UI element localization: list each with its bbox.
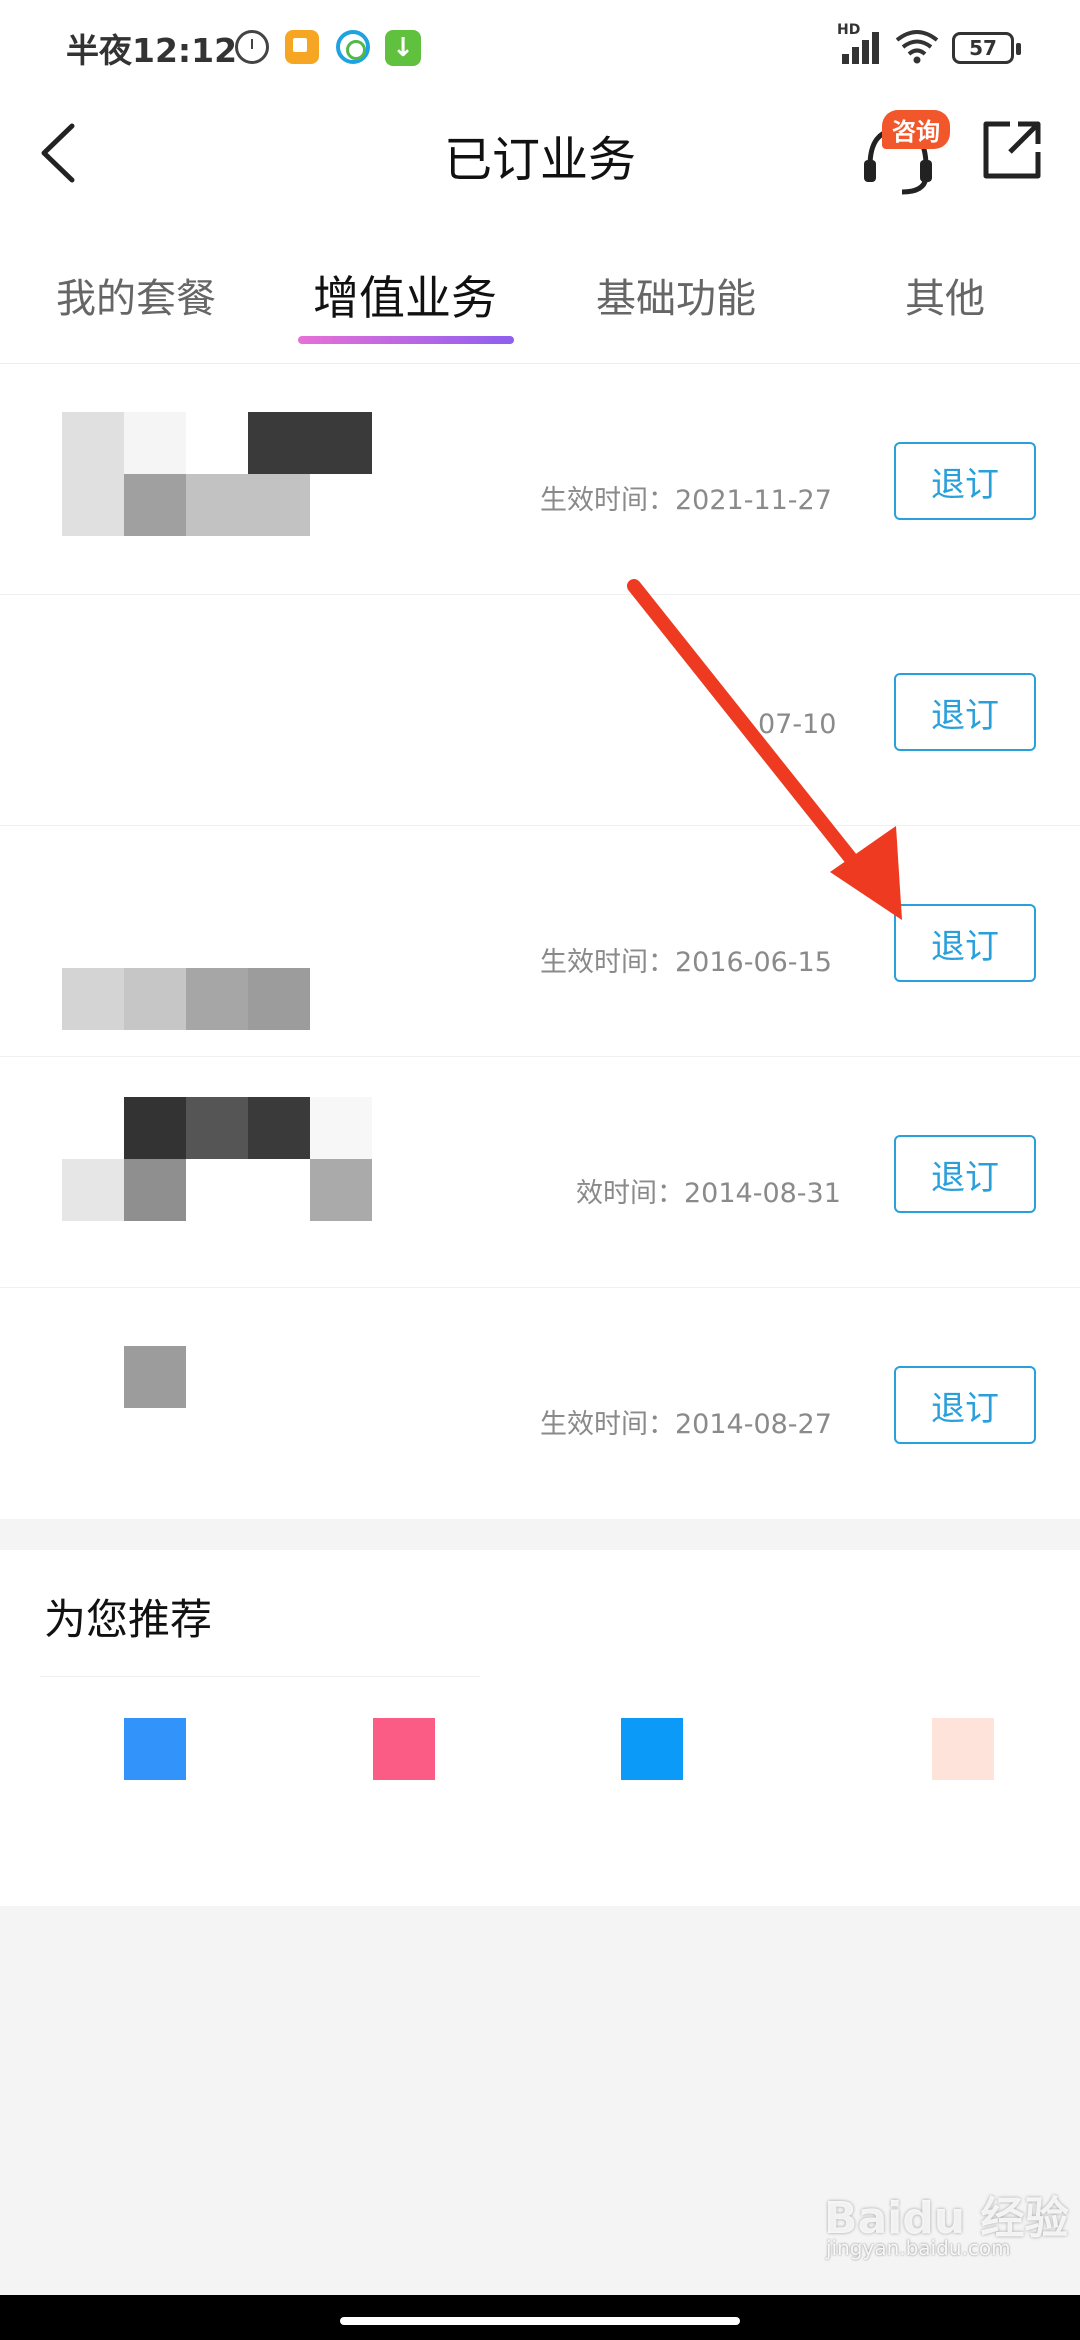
wifi-icon <box>895 30 939 64</box>
china-mobile-icon <box>336 30 370 64</box>
tab-indicator <box>298 336 514 344</box>
status-time: 半夜12:12 <box>66 31 238 70</box>
recommend-item-icon[interactable] <box>124 1718 186 1780</box>
redacted-name <box>62 968 372 1030</box>
battery-icon: 57 <box>952 32 1021 64</box>
alarm-icon <box>235 30 269 64</box>
unsubscribe-button[interactable]: 退订 <box>894 442 1036 520</box>
annotation-arrow <box>627 579 902 920</box>
redacted-name <box>62 1097 372 1221</box>
tab-value-added[interactable]: 增值业务 <box>313 262 497 328</box>
divider <box>40 1676 480 1677</box>
tab-my-plan[interactable]: 我的套餐 <box>56 266 216 324</box>
tab-basic-functions[interactable]: 基础功能 <box>596 266 756 324</box>
tab-bar: 我的套餐 增值业务 基础功能 其他 <box>0 216 1080 364</box>
effective-date: 效时间：2014-08-31 <box>576 1178 841 1209</box>
unsubscribe-button[interactable]: 退订 <box>894 1135 1036 1213</box>
unsubscribe-button[interactable]: 退订 <box>894 1366 1036 1444</box>
redacted-name <box>62 1346 372 1408</box>
consult-badge[interactable]: 咨询 <box>882 110 950 149</box>
share-icon[interactable] <box>980 118 1044 182</box>
notes-app-icon <box>285 30 319 64</box>
effective-date: 生效时间：2016-06-15 <box>540 947 832 978</box>
status-bar: 半夜12:12 ↓ HD 57 <box>0 0 1080 96</box>
recommend-title: 为您推荐 <box>44 1595 213 1644</box>
effective-date: 生效时间：2014-08-27 <box>540 1409 832 1440</box>
redacted-name <box>62 412 372 536</box>
watermark-url: jingyan.baidu.com <box>826 2236 1011 2260</box>
subscription-list: 生效时间：2021-11-27 退订 07-10 退订 生效时间：2016-06… <box>0 364 1080 1519</box>
tab-other[interactable]: 其他 <box>905 266 985 324</box>
download-icon: ↓ <box>385 30 421 66</box>
list-item: 生效时间：2014-08-27 退订 <box>0 1288 1080 1519</box>
list-item: 效时间：2014-08-31 退订 <box>0 1057 1080 1288</box>
recommend-item-icon[interactable] <box>621 1718 683 1780</box>
recommend-item-icon[interactable] <box>932 1718 994 1780</box>
header: 已订业务 咨询 <box>0 96 1080 216</box>
home-indicator[interactable] <box>340 2317 740 2325</box>
effective-date: 生效时间：2021-11-27 <box>540 485 832 516</box>
recommend-item-icon[interactable] <box>373 1718 435 1780</box>
signal-icon <box>838 28 886 64</box>
navigation-bar <box>0 2295 1080 2340</box>
recommend-section: 为您推荐 <box>0 1550 1080 1906</box>
list-item: 生效时间：2021-11-27 退订 <box>0 364 1080 595</box>
